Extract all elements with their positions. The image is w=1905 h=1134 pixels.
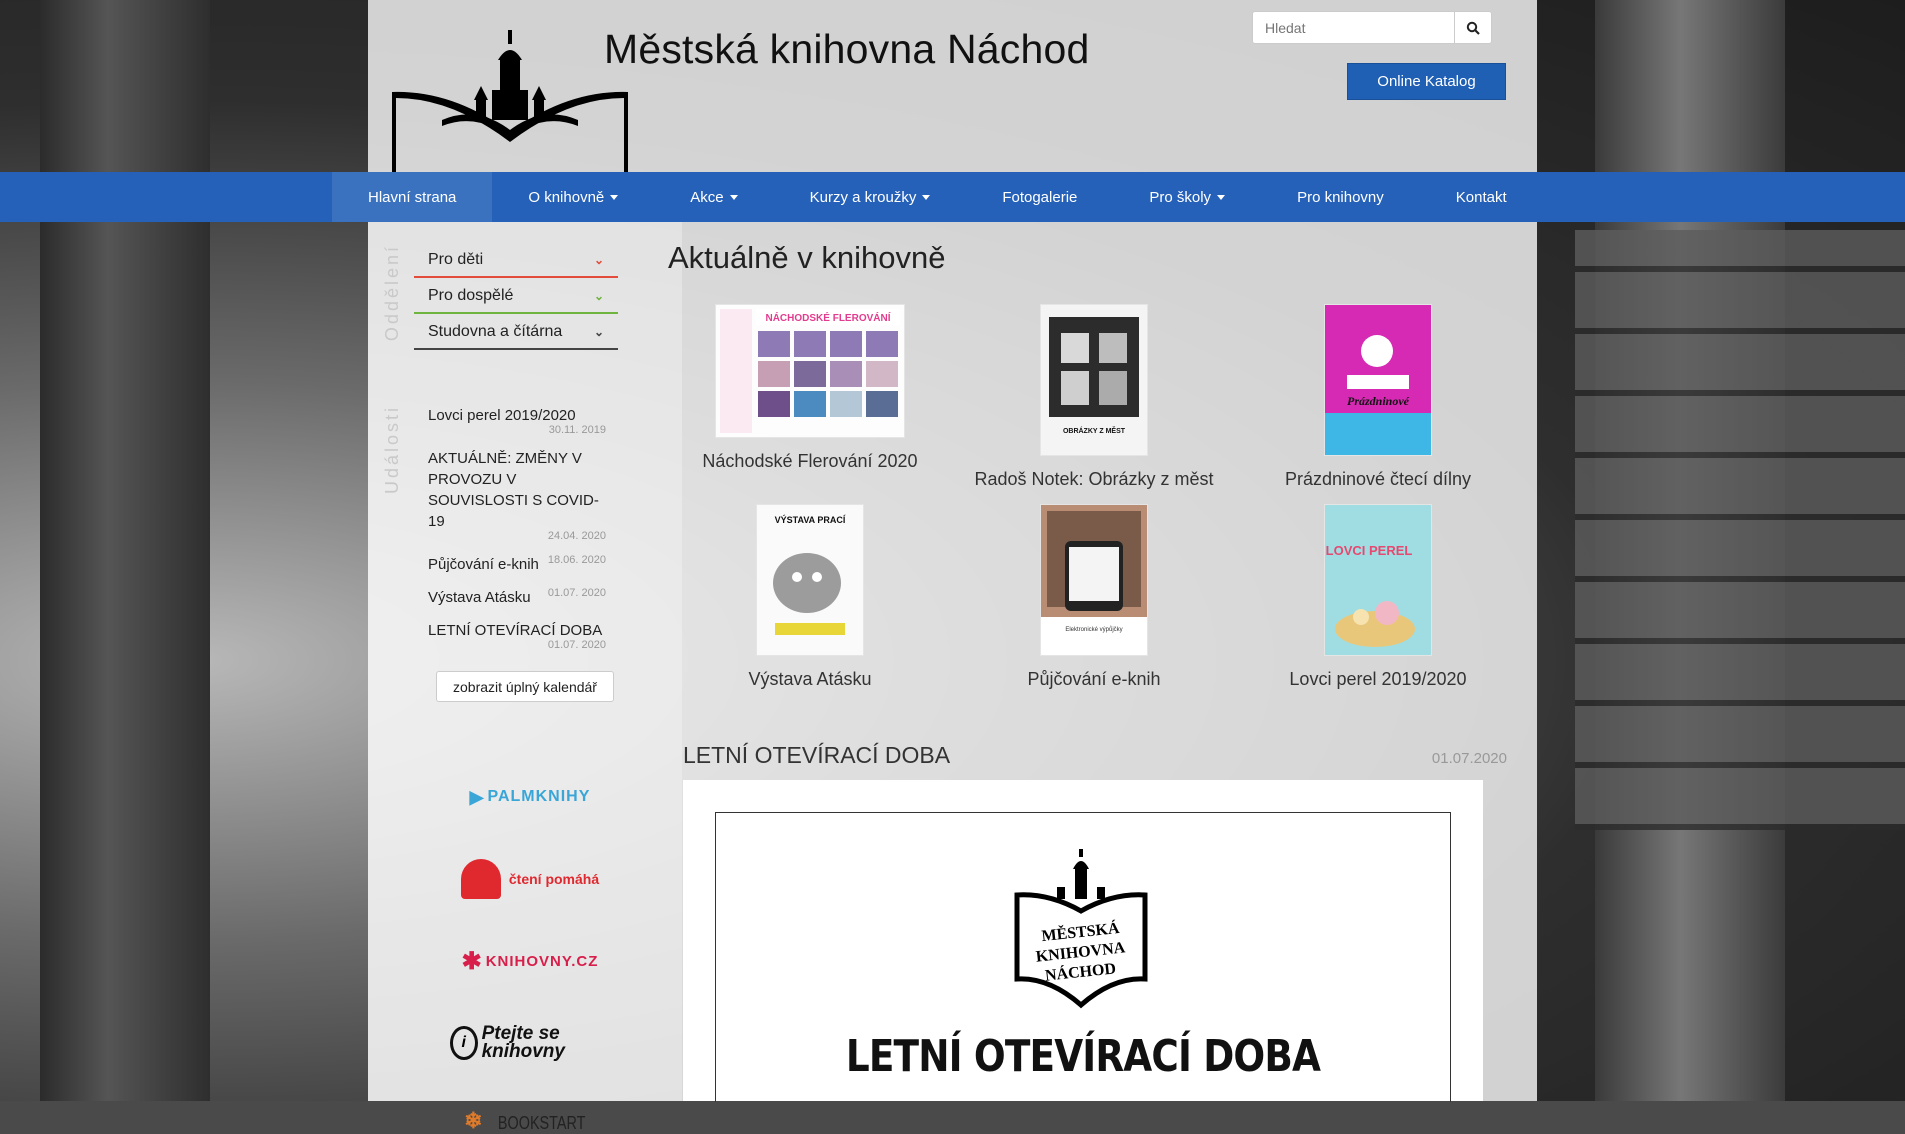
news-tile[interactable]: OBRÁZKY Z MĚST Radoš Notek: Obrázky z mě… xyxy=(952,304,1236,490)
poster-thumbnail: Elektronické výpůjčky xyxy=(1040,504,1148,656)
event-item[interactable]: Půjčování e-knih 18.06. 2020 xyxy=(428,554,606,575)
background-pillar-left xyxy=(40,0,210,1101)
main-navigation: Hlavní strana O knihovně Akce Kurzy a kr… xyxy=(0,172,1905,222)
ptejte-se-knihovny-logo[interactable]: i Ptejte se knihovny xyxy=(450,1002,610,1084)
tile-caption: Radoš Notek: Obrázky z měst xyxy=(974,469,1214,489)
nav-item-gallery[interactable]: Fotogalerie xyxy=(966,172,1113,222)
nav-item-contact[interactable]: Kontakt xyxy=(1420,172,1543,222)
search-icon xyxy=(1466,21,1480,35)
caret-down-icon xyxy=(729,194,738,200)
knihovny-cz-logo[interactable]: ✱ KNIHOVNY.CZ xyxy=(450,920,610,1002)
svg-text:OBRÁZKY Z MĚST: OBRÁZKY Z MĚST xyxy=(1063,426,1126,435)
search-input[interactable] xyxy=(1252,11,1454,44)
chevron-down-icon: ⌄ xyxy=(593,289,604,303)
tile-caption: Lovci perel 2019/2020 xyxy=(1289,669,1467,689)
post-date: 01.07.2020 xyxy=(1431,750,1507,767)
poster-thumbnail: OBRÁZKY Z MĚST xyxy=(1040,304,1148,456)
palmknihy-logo[interactable]: ▶ PALMKNIHY xyxy=(450,756,610,838)
poster-thumbnail: VÝSTAVA PRACÍ xyxy=(756,504,864,656)
caret-down-icon xyxy=(610,194,619,200)
svg-text:Elektronické výpůjčky: Elektronické výpůjčky xyxy=(1065,626,1122,633)
news-tile[interactable]: VÝSTAVA PRACÍ Výstava Atásku xyxy=(668,504,952,690)
post-card: MĚSTSKÁ KNIHOVNA NÁCHOD LETNÍ OTEVÍRACÍ … xyxy=(683,780,1483,1102)
background-shelves xyxy=(1575,230,1905,830)
event-item[interactable]: AKTUÁLNĚ: ZMĚNY V PROVOZU V SOUVISLOSTI … xyxy=(428,448,606,542)
online-catalog-button[interactable]: Online Katalog xyxy=(1347,63,1506,100)
poster-thumbnail: Prázdninové xyxy=(1324,304,1432,456)
poster-thumbnail: NÁCHODSKÉ FLEROVÁNÍ xyxy=(715,304,905,438)
post-title[interactable]: LETNÍ OTEVÍRACÍ DOBA xyxy=(683,742,950,769)
post-header: LETNÍ OTEVÍRACÍ DOBA 01.07.2020 xyxy=(683,742,1507,772)
department-study-room[interactable]: Studovna a čítárna ⌄ xyxy=(414,316,618,350)
event-item[interactable]: LETNÍ OTEVÍRACÍ DOBA 01.07. 2020 xyxy=(428,620,606,651)
news-tile[interactable]: Prázdninové Prázdninové čtecí dílny xyxy=(1236,304,1520,490)
department-list: Pro děti ⌄ Pro dospělé ⌄ Studovna a čítá… xyxy=(414,244,618,352)
reading-face-icon xyxy=(460,859,501,899)
event-item[interactable]: Výstava Atásku 01.07. 2020 xyxy=(428,587,606,608)
department-children[interactable]: Pro děti ⌄ xyxy=(414,244,618,278)
event-list: Lovci perel 2019/2020 30.11. 2019 AKTUÁL… xyxy=(428,405,606,663)
nav-item-courses[interactable]: Kurzy a kroužky xyxy=(774,172,967,222)
site-header: Městská knihovna Náchod Online Katalog xyxy=(368,0,1537,172)
events-label: Události xyxy=(382,405,402,495)
poster-thumbnail: LOVCI PEREL xyxy=(1324,504,1432,656)
chevron-down-icon: ⌄ xyxy=(593,325,604,339)
post-heading: LETNÍ OTEVÍRACÍ DOBA xyxy=(845,1031,1321,1082)
nav-item-events[interactable]: Akce xyxy=(654,172,773,222)
nav-item-libraries[interactable]: Pro knihovny xyxy=(1261,172,1420,222)
nav-item-schools[interactable]: Pro školy xyxy=(1113,172,1261,222)
chevron-down-icon: ⌄ xyxy=(593,253,604,267)
library-logo-badge: MĚSTSKÁ KNIHOVNA NÁCHOD xyxy=(1014,849,1148,1009)
news-tile[interactable]: NÁCHODSKÉ FLEROVÁNÍ Náchodské Flerování … xyxy=(668,304,952,472)
tile-caption: Náchodské Flerování 2020 xyxy=(702,451,918,471)
departments-label: Oddělení xyxy=(382,244,402,342)
news-tile[interactable]: Elektronické výpůjčky Půjčování e-knih xyxy=(952,504,1236,690)
event-item[interactable]: Lovci perel 2019/2020 30.11. 2019 xyxy=(428,405,606,436)
bookstart-logo[interactable]: ❄ BOOKSTART xyxy=(450,1084,610,1134)
bookstart-bird-icon: ❄ xyxy=(464,1108,483,1133)
tile-caption: Výstava Atásku xyxy=(748,669,872,689)
info-icon: i xyxy=(450,1026,478,1060)
news-tile[interactable]: LOVCI PEREL Lovci perel 2019/2020 xyxy=(1236,504,1520,690)
site-title[interactable]: Městská knihovna Náchod xyxy=(604,26,1089,73)
caret-down-icon xyxy=(922,194,931,200)
tile-caption: Prázdninové čtecí dílny xyxy=(1284,469,1472,489)
svg-text:LOVCI PEREL: LOVCI PEREL xyxy=(1326,543,1413,558)
partner-logos: ▶ PALMKNIHY čtení pomáhá ✱ KNIHOVNY.CZ i… xyxy=(450,756,610,1134)
full-calendar-button[interactable]: zobrazit úplný kalendář xyxy=(436,671,614,702)
library-logo[interactable] xyxy=(382,30,642,172)
section-title: Aktuálně v knihovně xyxy=(668,240,946,275)
search-button[interactable] xyxy=(1454,11,1492,44)
tile-caption: Půjčování e-knih xyxy=(1027,669,1161,689)
nav-item-about[interactable]: O knihovně xyxy=(492,172,654,222)
svg-text:Prázdninové: Prázdninové xyxy=(1347,394,1410,408)
search-box xyxy=(1252,11,1494,44)
post-image: MĚSTSKÁ KNIHOVNA NÁCHOD LETNÍ OTEVÍRACÍ … xyxy=(715,812,1451,1102)
department-adults[interactable]: Pro dospělé ⌄ xyxy=(414,280,618,314)
svg-text:NÁCHODSKÉ FLEROVÁNÍ: NÁCHODSKÉ FLEROVÁNÍ xyxy=(765,311,890,324)
caret-down-icon xyxy=(1217,194,1226,200)
svg-text:VÝSTAVA PRACÍ: VÝSTAVA PRACÍ xyxy=(775,514,846,525)
cteni-pomaha-logo[interactable]: čtení pomáhá xyxy=(450,838,610,920)
star-burst-icon: ✱ xyxy=(461,947,482,975)
nav-item-home[interactable]: Hlavní strana xyxy=(332,172,493,222)
